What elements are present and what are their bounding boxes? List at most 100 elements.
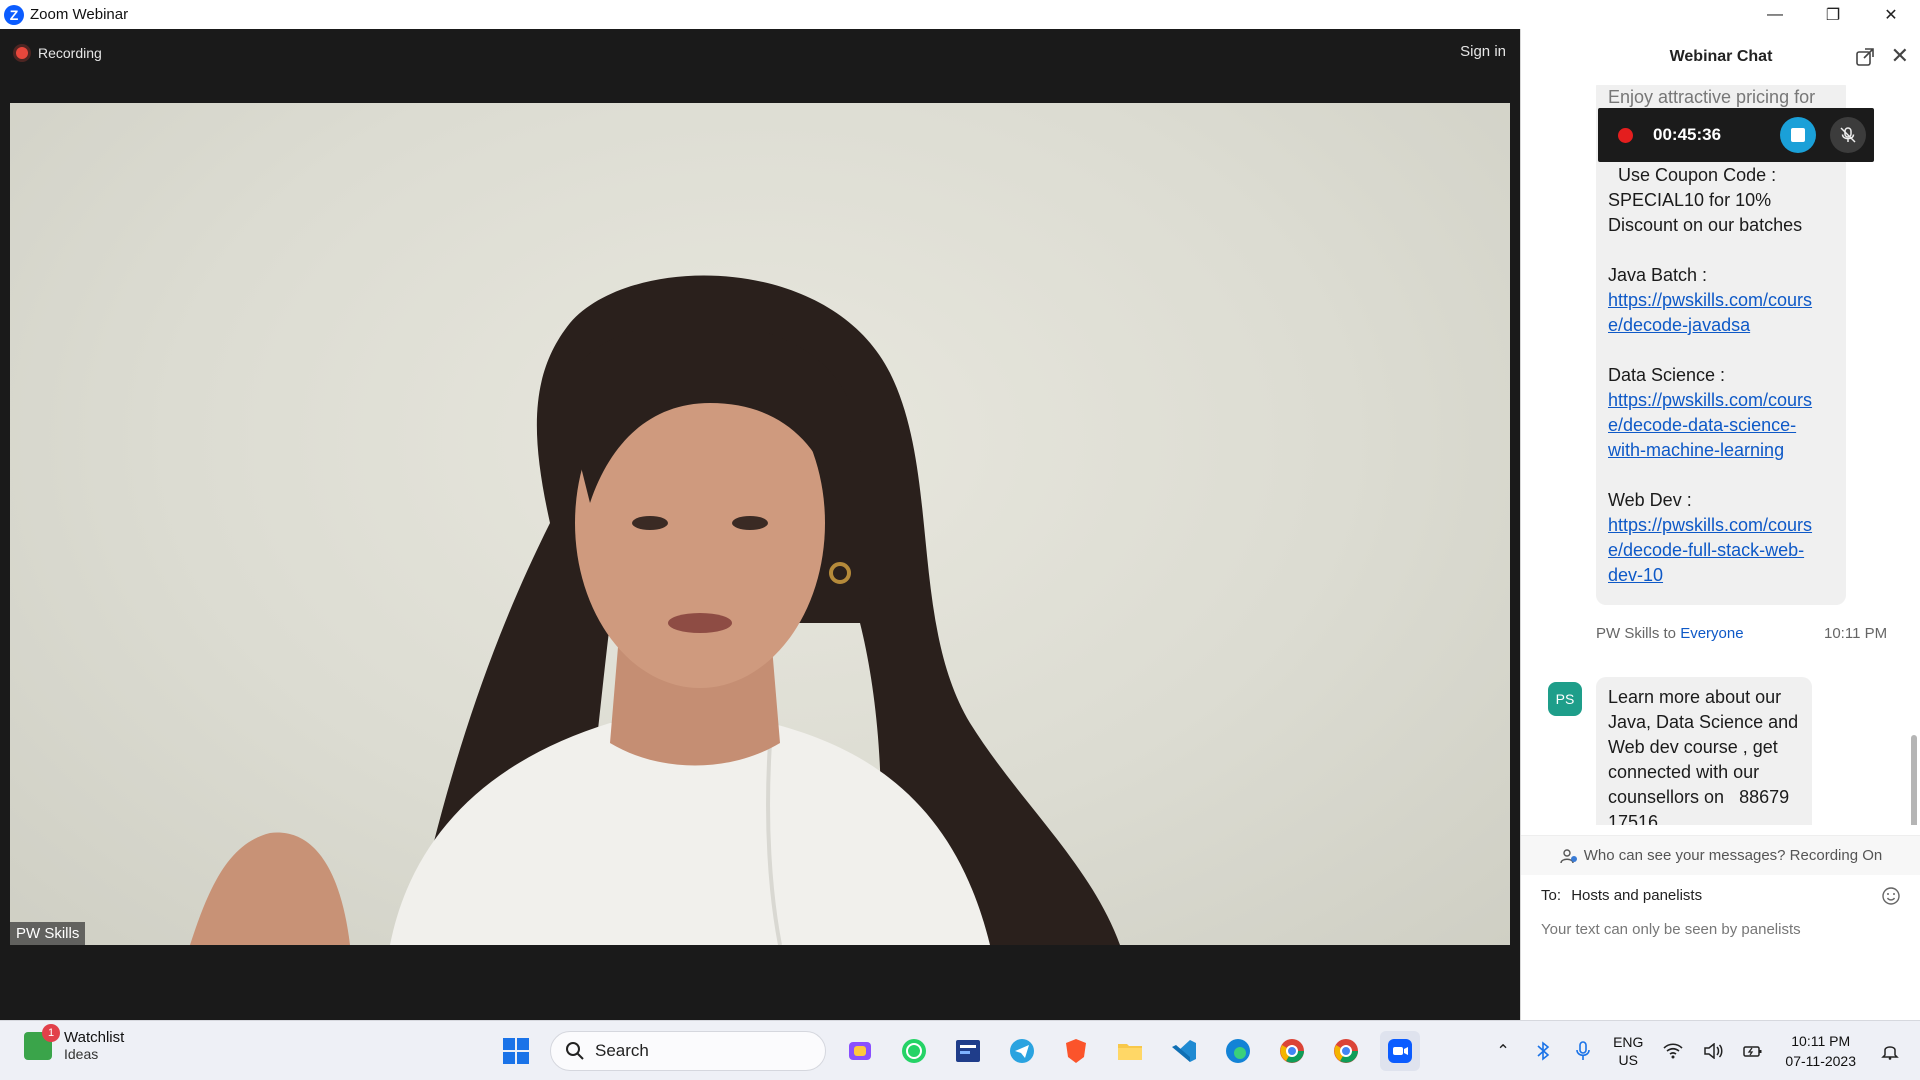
lang-line1: ENG <box>1613 1034 1644 1050</box>
recording-label: Recording <box>38 45 102 61</box>
system-tray: ⌃ ENG US 10:11 PM 07-11-2023 <box>1483 1021 1920 1080</box>
chrome-icon[interactable] <box>1326 1031 1366 1071</box>
watchlist-icon: 1 <box>24 1023 60 1060</box>
taskbar-apps: Search <box>496 1029 1420 1073</box>
message-line: Web dev course , get <box>1608 737 1778 757</box>
window-titlebar: Z Zoom Webinar — ❐ ✕ <box>0 0 1920 29</box>
message-text: Use Coupon Code : <box>1618 165 1777 185</box>
taskbar: 1 Watchlist Ideas Search ⌃ ENG US 10:11 … <box>0 1020 1920 1080</box>
clock-date: 07-11-2023 <box>1785 1053 1856 1069</box>
chevron-up-icon[interactable]: ⌃ <box>1483 1031 1523 1071</box>
avatar: PS <box>1548 682 1582 716</box>
data-science-link[interactable]: https://pwskills.com/cours <box>1608 390 1812 410</box>
recipient-selector[interactable]: To: Hosts and panelists <box>1541 887 1702 904</box>
microphone-icon[interactable] <box>1563 1031 1603 1071</box>
recording-indicator[interactable]: Recording <box>16 45 102 61</box>
wifi-icon[interactable] <box>1653 1031 1693 1071</box>
speaker-video: PW Skills <box>10 103 1510 945</box>
message-time: 10:11 PM <box>1824 625 1888 642</box>
java-batch-link[interactable]: e/decode-javadsa <box>1608 315 1750 335</box>
to-label: To: <box>1541 887 1562 904</box>
message-text: Web Dev : <box>1608 490 1692 510</box>
web-dev-link[interactable]: https://pwskills.com/cours <box>1608 515 1812 535</box>
widget-title: Watchlist <box>64 1029 125 1046</box>
taskbar-clock[interactable]: 10:11 PM 07-11-2023 <box>1785 1031 1856 1071</box>
vscode-icon[interactable] <box>1164 1031 1204 1071</box>
participant-name-label: PW Skills <box>10 922 86 945</box>
stop-icon <box>1791 128 1805 142</box>
search-icon <box>566 1042 584 1060</box>
message-text: Java Batch : <box>1608 265 1708 285</box>
zoom-logo-icon: Z <box>4 4 24 25</box>
people-icon <box>1560 848 1577 863</box>
sign-in-button[interactable]: Sign in <box>1460 43 1506 60</box>
chat-message-bubble: Learn more about our Java, Data Science … <box>1596 677 1812 825</box>
mute-mic-button[interactable] <box>1830 117 1866 153</box>
sender-name: PW Skills <box>1596 625 1660 642</box>
battery-icon[interactable] <box>1733 1031 1773 1071</box>
meeting-area: Recording Sign in PW Skills <box>0 29 1520 1020</box>
speaker-video-image <box>190 275 1120 945</box>
message-line: Learn more about our <box>1608 687 1782 707</box>
message-visibility-notice[interactable]: Who can see your messages? Recording On <box>1521 835 1920 875</box>
mic-off-icon <box>1840 127 1856 143</box>
chat-panel: Webinar Chat ✕ Enjoy attractive pricing … <box>1520 29 1920 1020</box>
lang-line2: US <box>1618 1052 1638 1068</box>
java-batch-link[interactable]: https://pwskills.com/cours <box>1608 290 1812 310</box>
message-line: 17516 <box>1608 812 1659 825</box>
chat-title: Webinar Chat <box>1669 48 1773 65</box>
window-title: Zoom Webinar <box>30 6 129 23</box>
language-indicator[interactable]: ENG US <box>1613 1033 1643 1069</box>
close-chat-icon[interactable]: ✕ <box>1891 45 1909 67</box>
chat-input[interactable]: Your text can only be seen by panelists <box>1541 921 1801 938</box>
window-controls: — ❐ ✕ <box>1746 0 1920 29</box>
widget-subtitle: Ideas <box>64 1046 99 1062</box>
chat-message-bubble: Enjoy attractive pricing for our because… <box>1596 85 1846 605</box>
web-dev-link[interactable]: dev-10 <box>1608 565 1663 585</box>
chat-scrollbar[interactable] <box>1911 735 1917 825</box>
data-science-link[interactable]: with-machine-learning <box>1608 440 1784 460</box>
brave-icon[interactable] <box>1056 1031 1096 1071</box>
notification-badge: 1 <box>42 1023 60 1042</box>
close-window-button[interactable]: ✕ <box>1862 0 1920 29</box>
zoom-app-icon[interactable] <box>1380 1031 1420 1071</box>
devhub-icon[interactable] <box>948 1031 988 1071</box>
file-explorer-icon[interactable] <box>1110 1031 1150 1071</box>
volume-icon[interactable] <box>1693 1031 1733 1071</box>
message-text: Discount on our batches <box>1608 215 1803 235</box>
chrome-profile-icon[interactable] <box>1272 1031 1312 1071</box>
stop-recording-button[interactable] <box>1780 117 1816 153</box>
notification-bell-icon[interactable] <box>1870 1031 1910 1071</box>
emoji-icon[interactable] <box>1880 885 1902 907</box>
data-science-link[interactable]: e/decode-data-science- <box>1608 415 1796 435</box>
recording-dot-icon <box>1618 127 1633 143</box>
visibility-text: Who can see your messages? Recording On <box>1583 847 1883 864</box>
search-label: Search <box>595 1041 649 1060</box>
copilot-icon[interactable] <box>840 1031 880 1071</box>
popout-icon[interactable] <box>1855 47 1875 67</box>
message-line: Java, Data Science and <box>1608 712 1799 732</box>
message-text: SPECIAL10 for 10% <box>1608 190 1772 210</box>
minimize-button[interactable]: — <box>1746 0 1804 29</box>
edge-icon[interactable] <box>1218 1031 1258 1071</box>
recipient-name[interactable]: Everyone <box>1680 625 1743 642</box>
to-value: Hosts and panelists <box>1571 887 1703 904</box>
windows-start-icon[interactable] <box>496 1031 536 1071</box>
restore-button[interactable]: ❐ <box>1804 0 1862 29</box>
whatsapp-icon[interactable] <box>894 1031 934 1071</box>
bluetooth-icon[interactable] <box>1523 1031 1563 1071</box>
chat-messages[interactable]: Enjoy attractive pricing for our because… <box>1521 85 1920 825</box>
widgets-button[interactable]: 1 Watchlist Ideas <box>24 1023 125 1062</box>
web-dev-link[interactable]: e/decode-full-stack-web- <box>1608 540 1804 560</box>
recording-timer: 00:45:36 <box>1653 125 1722 144</box>
recording-dot-icon <box>16 47 28 59</box>
clock-time: 10:11 PM <box>1791 1033 1851 1049</box>
message-line: connected with our <box>1608 762 1760 782</box>
message-line: counsellors on 88679 <box>1608 787 1790 807</box>
telegram-icon[interactable] <box>1002 1031 1042 1071</box>
recording-controls: 00:45:36 <box>1598 108 1874 162</box>
chat-header: Webinar Chat ✕ <box>1521 29 1920 85</box>
message-sender: PW Skills to Everyone <box>1596 625 1744 642</box>
message-text: Data Science : <box>1608 365 1726 385</box>
taskbar-search[interactable]: Search <box>550 1031 826 1071</box>
